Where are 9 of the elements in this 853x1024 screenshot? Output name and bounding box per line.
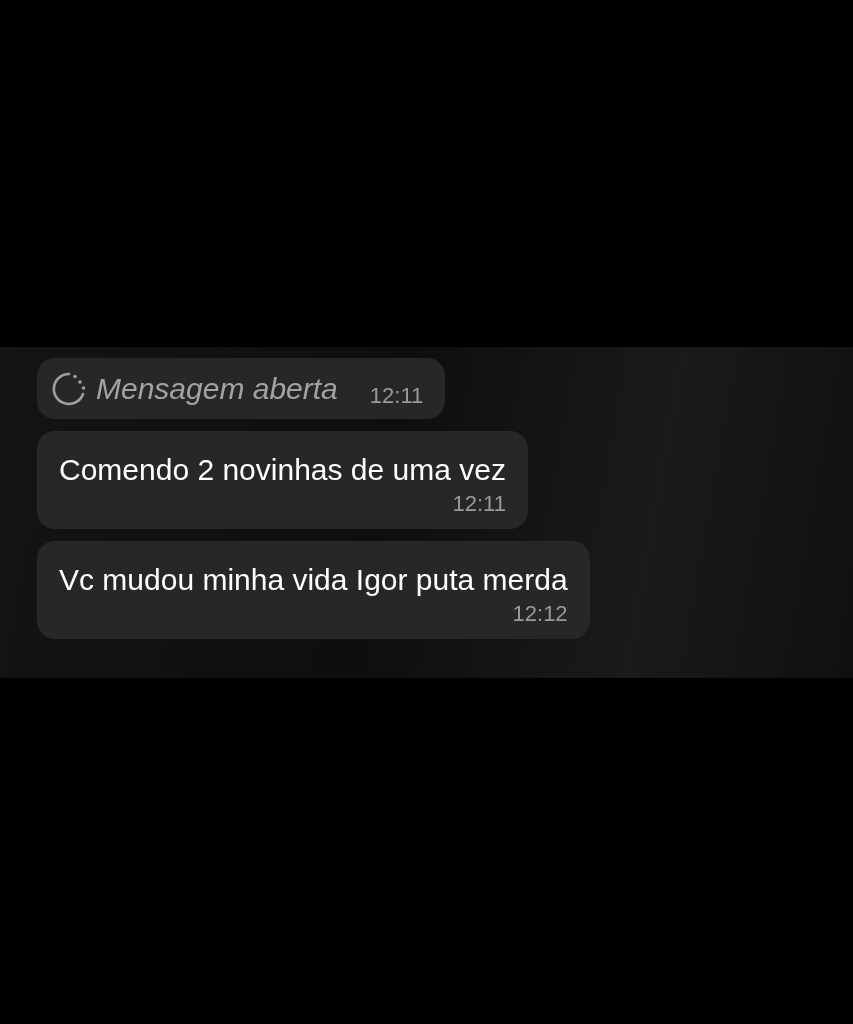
message-bubble[interactable]: Mensagem aberta 12:11 (37, 358, 446, 419)
message-text: Mensagem aberta (96, 371, 338, 407)
message-time: 12:11 (452, 490, 506, 518)
message-text: Vc mudou minha vida Igor puta merda (59, 562, 568, 598)
message-time: 12:11 (369, 382, 424, 410)
message-bubble[interactable]: Vc mudou minha vida Igor puta merda 12:12 (37, 541, 590, 639)
message-bubble[interactable]: Comendo 2 novinhas de uma vez 12:11 (37, 431, 528, 529)
message-text: Comendo 2 novinhas de uma vez (59, 452, 506, 488)
message-time: 12:12 (512, 600, 568, 628)
